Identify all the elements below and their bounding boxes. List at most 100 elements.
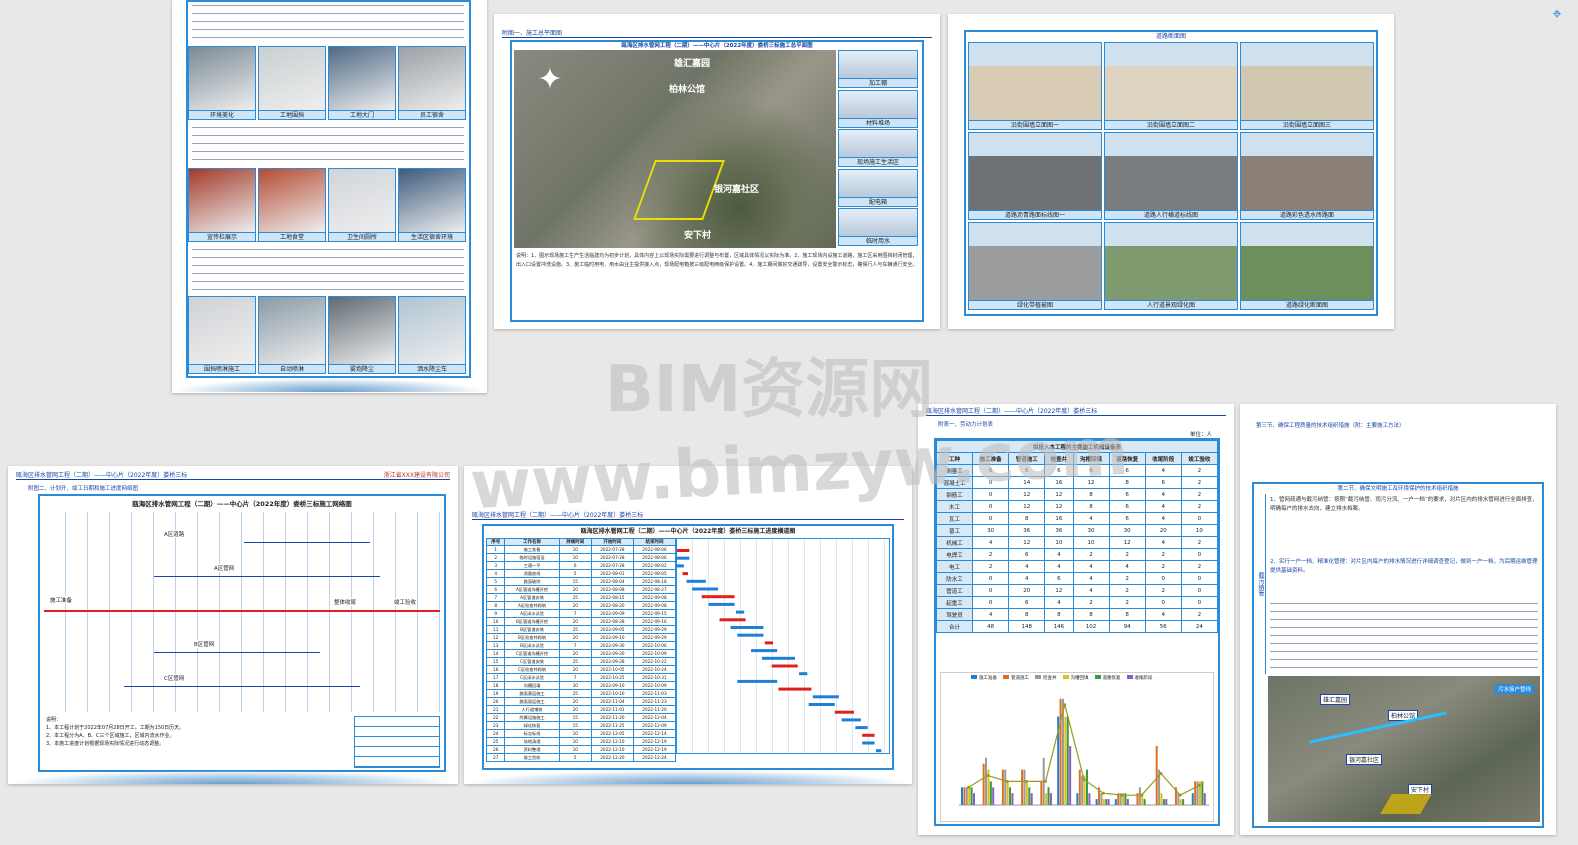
- table-row: 钢筋工 0 12 12 8 6 4 2: [935, 488, 1219, 501]
- table-cell: 2: [1180, 500, 1219, 513]
- table-row: 20 路面面层施工 20 2022-11-04 2022-11-23: [485, 697, 677, 706]
- table-cell: 6: [1108, 464, 1146, 477]
- body-text: [192, 2, 464, 44]
- table-cell: 2: [972, 548, 1010, 561]
- gantt-bar: [808, 703, 835, 706]
- table-header-cell: 竣工验收: [1180, 452, 1219, 465]
- table-row: 8 A区检查井砌筑 20 2022-08-20 2022-09-08: [485, 601, 677, 610]
- table-cell: 2022-11-20: [632, 705, 677, 714]
- table-cell: 竣工验收: [504, 753, 560, 762]
- section-title: 第二节、确保文明施工及环境保护的技术组织措施: [1337, 486, 1459, 492]
- side-photo-tile[interactable]: 临时用水: [838, 208, 918, 247]
- network-title: 瓯海区排水管网工程（二期）——中心片（2022年度）娄桥三标施工网络图: [132, 500, 352, 508]
- table-cell: 30: [1072, 524, 1110, 537]
- rendering-tile[interactable]: 沿街围墙立面图一: [968, 42, 1102, 130]
- page-sewer-measures[interactable]: 第三节、确保工程质量的技术组织措施（附：主要施工方法） 第二节、确保文明施工及环…: [1240, 404, 1556, 835]
- rendering-tile[interactable]: 沿街围墙立面图二: [1104, 42, 1238, 130]
- table-cell: 6: [1108, 488, 1146, 501]
- gantt-bar: [771, 664, 798, 668]
- photo-caption: 员工宿舍: [399, 110, 465, 119]
- table-cell: 2022-08-06: [632, 553, 677, 562]
- table-row: 机械工 4 12 10 10 12 4 2: [935, 536, 1219, 549]
- side-photo-tile[interactable]: 现场施工生活区: [838, 129, 918, 168]
- table-cell: 4: [1008, 572, 1046, 585]
- page-header: 瓯海区排水管网工程（二期）——中心片（2022年度）娄桥三标: [926, 406, 1226, 416]
- chart-bar: [1201, 781, 1204, 805]
- table-cell: 12: [1108, 536, 1146, 549]
- table-cell: 0: [972, 500, 1010, 513]
- rendering-tile[interactable]: 绿化带植被图: [968, 222, 1102, 310]
- photo-tile[interactable]: 工地围挡: [258, 46, 326, 120]
- plan-title: 瓯海区排水管网工程（二期）——中心片（2022年度）娄桥三标施工总平面图: [621, 43, 813, 49]
- table-cell: 20: [558, 649, 592, 658]
- side-photo-tile[interactable]: 加工棚: [838, 50, 918, 88]
- table-cell: 26: [485, 745, 506, 754]
- table-cell: 2022-08-20: [590, 601, 634, 610]
- photo-tile[interactable]: 员工宿舍: [398, 46, 466, 120]
- side-photo-tile[interactable]: 配电箱: [838, 168, 918, 207]
- table-header-cell: 持续时间: [558, 538, 592, 546]
- photo-tile[interactable]: 生活区宿舍环境: [398, 168, 466, 242]
- table-cell: 12: [1044, 500, 1074, 513]
- rendering-tile[interactable]: 道路绿化断面图: [1240, 222, 1374, 310]
- table-cell: 2022-12-19: [632, 745, 677, 754]
- table-cell: 2022-10-09: [632, 681, 677, 690]
- table-cell: 10: [558, 737, 592, 746]
- photo-tile[interactable]: 围挡喷淋施工: [188, 296, 256, 374]
- table-cell: 3: [485, 561, 506, 570]
- table-cell: 8: [1008, 608, 1046, 621]
- photo-tile[interactable]: 环境美化: [188, 46, 256, 120]
- photo-tile[interactable]: 工地食堂: [258, 168, 326, 242]
- table-cell: 20: [1144, 524, 1182, 537]
- chart-bar: [970, 787, 973, 805]
- table-cell: 2022-12-14: [632, 729, 677, 738]
- page-site-plan[interactable]: 附图一、施工总平面图 瓯海区排水管网工程（二期）——中心片（2022年度）娄桥三…: [494, 14, 940, 329]
- network-note: 2、本工程分为A、B、C三个区域施工，区域内流水作业。: [46, 733, 175, 739]
- trend-point: [967, 785, 971, 789]
- table-cell: 4: [972, 536, 1010, 549]
- table-row: 17 C区闭水试验 7 2022-10-25 2022-10-31: [485, 673, 677, 682]
- chart-bar: [1203, 793, 1206, 805]
- table-title: 拟投入本工程的主要施工机械设备表: [936, 440, 1218, 453]
- photo-tile[interactable]: 工地大门: [328, 46, 396, 120]
- rendering-tile[interactable]: 道路沥青路面标线图一: [968, 132, 1102, 220]
- table-cell: 4: [1072, 560, 1110, 573]
- page-network-diagram[interactable]: 瓯海区排水管网工程（二期）——中心片（2022年度）娄桥三标 浙江省XXX建设有限…: [8, 466, 458, 784]
- satellite-map[interactable]: ✦ 雄汇嘉园 柏林公馆 银河嘉社区 安下村: [514, 50, 836, 248]
- site-highlight: [1380, 794, 1432, 814]
- rendering-tile[interactable]: 人行道景观绿化图: [1104, 222, 1238, 310]
- photo-tile[interactable]: 自动喷淋: [258, 296, 326, 374]
- page-labor-plan[interactable]: 瓯海区排水管网工程（二期）——中心片（2022年度）娄桥三标 附表一、劳动力计划…: [918, 404, 1234, 835]
- side-photo-tile[interactable]: 材料堆场: [838, 89, 918, 128]
- table-cell: 30: [1108, 524, 1146, 537]
- rendering-tile[interactable]: 道路彩色透水砖路面: [1240, 132, 1374, 220]
- table-cell: 2022-08-04: [590, 577, 634, 586]
- table-cell: 6: [1008, 548, 1046, 561]
- photo-image: [259, 47, 325, 110]
- page-gantt-chart[interactable]: 瓯海区排水管网工程（二期）——中心片（2022年度）娄桥三标 瓯海区排水管网工程…: [464, 466, 912, 784]
- table-cell: 瓦工: [935, 512, 974, 525]
- rendering-tile[interactable]: 沿街围墙立面图三: [1240, 42, 1374, 130]
- photo-image: [329, 297, 395, 364]
- table-row: 24 标志标线 10 2022-12-05 2022-12-14: [485, 729, 677, 738]
- photo-tile[interactable]: 雾炮降尘: [328, 296, 396, 374]
- table-cell: 2022-10-24: [632, 665, 677, 674]
- critical-path-line: [44, 610, 440, 612]
- chart-bar: [1045, 793, 1048, 805]
- table-cell: 2022-10-10: [590, 689, 634, 698]
- table-cell: 2022-10-06: [632, 641, 677, 650]
- table-cell: 10: [558, 553, 592, 562]
- page-photos-environment[interactable]: 环境美化 工地围挡 工地大门 员工宿舍宣传栏展示 工地食堂 卫生间厕所 生活区宿舍环境围挡喷…: [172, 0, 487, 393]
- trend-point: [1082, 777, 1086, 781]
- table-header-cell: 施工准备: [972, 452, 1010, 465]
- table-cell: 2022-09-29: [632, 625, 677, 634]
- pipeline-map[interactable]: 雄汇嘉园 柏林公馆 银河嘉社区 安下村 污水接户管线: [1268, 676, 1540, 822]
- photo-tile[interactable]: 宣传栏展示: [188, 168, 256, 242]
- photo-tile[interactable]: 卫生间厕所: [328, 168, 396, 242]
- page-road-renderings[interactable]: 道路断面图 沿街围墙立面图一 沿街围墙立面图二 沿街围墙立面图三 道路沥青路面标线图一…: [948, 14, 1394, 329]
- photo-tile[interactable]: 洒水降尘车: [398, 296, 466, 374]
- rendering-image: [969, 133, 1101, 210]
- location-pin-icon[interactable]: ⌖: [1548, 4, 1566, 24]
- rendering-tile[interactable]: 道路人行横道标线图: [1104, 132, 1238, 220]
- table-cell: 0: [972, 488, 1010, 501]
